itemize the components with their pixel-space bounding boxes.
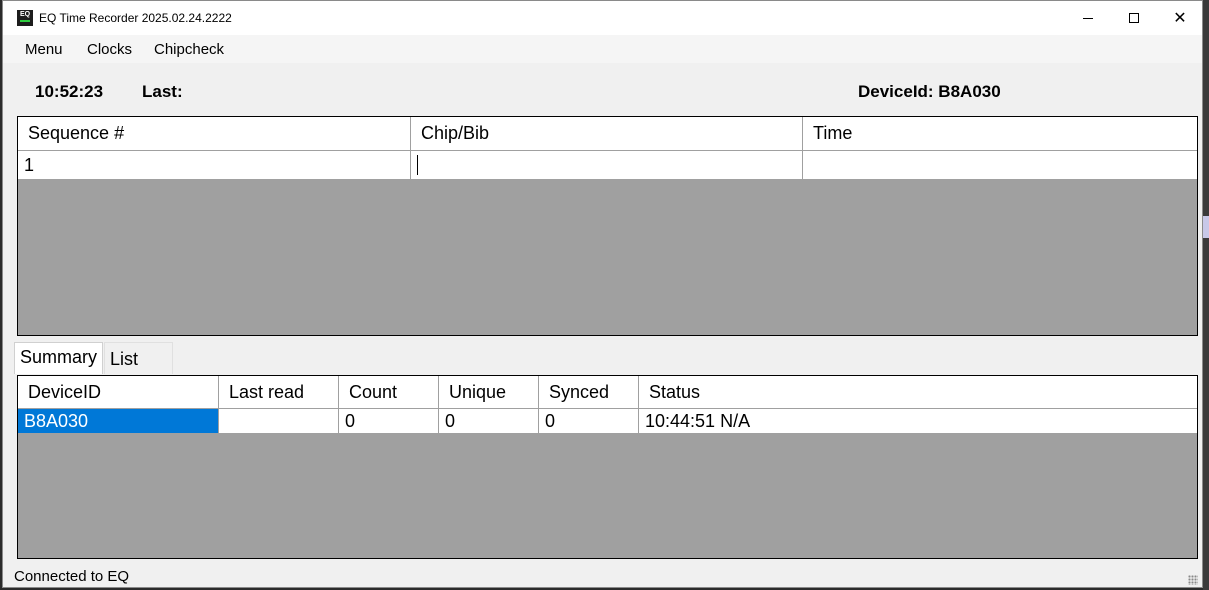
app-logo-bar <box>20 20 30 22</box>
sequence-cell[interactable]: 1 <box>18 151 411 179</box>
device-id-cell[interactable]: B8A030 <box>18 409 219 433</box>
maximize-icon <box>1129 13 1139 23</box>
column-header-unique[interactable]: Unique <box>439 376 539 408</box>
app-logo-text: EQ <box>19 11 31 18</box>
column-header-status[interactable]: Status <box>639 376 1197 408</box>
menu-item-chipcheck[interactable]: Chipcheck <box>154 41 224 58</box>
app-logo-icon: EQ <box>17 10 33 26</box>
maximize-button[interactable] <box>1111 1 1157 35</box>
status-cell[interactable]: 10:44:51 N/A <box>639 409 1197 433</box>
menu-item-menu[interactable]: Menu <box>25 41 63 58</box>
device-id-label: DeviceId: B8A030 <box>858 82 1001 101</box>
tab-list[interactable]: List <box>104 342 173 374</box>
column-header-last-read[interactable]: Last read <box>219 376 339 408</box>
synced-cell[interactable]: 0 <box>539 409 639 433</box>
window-title: EQ Time Recorder 2025.02.24.2222 <box>39 11 232 25</box>
column-header-time[interactable]: Time <box>803 117 1197 150</box>
status-bar: Connected to EQ <box>3 564 1202 587</box>
column-header-device-id[interactable]: DeviceID <box>18 376 219 408</box>
status-text: Connected to EQ <box>14 568 130 585</box>
minimize-icon <box>1083 17 1093 19</box>
title-bar[interactable]: EQ EQ Time Recorder 2025.02.24.2222 ✕ <box>3 1 1202 35</box>
close-icon: ✕ <box>1173 8 1187 27</box>
text-caret <box>417 155 418 175</box>
chip-bib-input-cell[interactable] <box>411 151 803 179</box>
column-header-sequence[interactable]: Sequence # <box>18 117 411 150</box>
time-cell[interactable] <box>803 151 1197 179</box>
unique-cell[interactable]: 0 <box>439 409 539 433</box>
last-label: Last: <box>142 82 183 101</box>
summary-grid-header: DeviceID Last read Count Unique Synced S… <box>18 376 1197 409</box>
close-button[interactable]: ✕ <box>1157 1 1202 35</box>
clock-display: 10:52:23 <box>35 82 104 101</box>
table-row[interactable]: 1 <box>18 151 1197 180</box>
background-window-edge <box>1203 0 1209 590</box>
last-read-cell[interactable] <box>219 409 339 433</box>
count-cell[interactable]: 0 <box>339 409 439 433</box>
column-header-synced[interactable]: Synced <box>539 376 639 408</box>
minimize-button[interactable] <box>1065 1 1111 35</box>
app-window: EQ EQ Time Recorder 2025.02.24.2222 ✕ Me… <box>2 0 1203 588</box>
tab-summary[interactable]: Summary <box>14 342 104 374</box>
column-header-chip-bib[interactable]: Chip/Bib <box>411 117 803 150</box>
menu-item-clocks[interactable]: Clocks <box>87 41 132 58</box>
summary-grid[interactable]: DeviceID Last read Count Unique Synced S… <box>17 375 1198 559</box>
menu-bar: Menu Clocks Chipcheck <box>3 35 1202 63</box>
background-window-strip <box>1203 216 1209 238</box>
entry-grid-header: Sequence # Chip/Bib Time <box>18 117 1197 151</box>
resize-grip-icon[interactable] <box>1188 575 1198 585</box>
entry-grid[interactable]: Sequence # Chip/Bib Time 1 <box>17 116 1198 336</box>
table-row[interactable]: B8A030 0 0 0 10:44:51 N/A <box>18 409 1197 434</box>
column-header-count[interactable]: Count <box>339 376 439 408</box>
